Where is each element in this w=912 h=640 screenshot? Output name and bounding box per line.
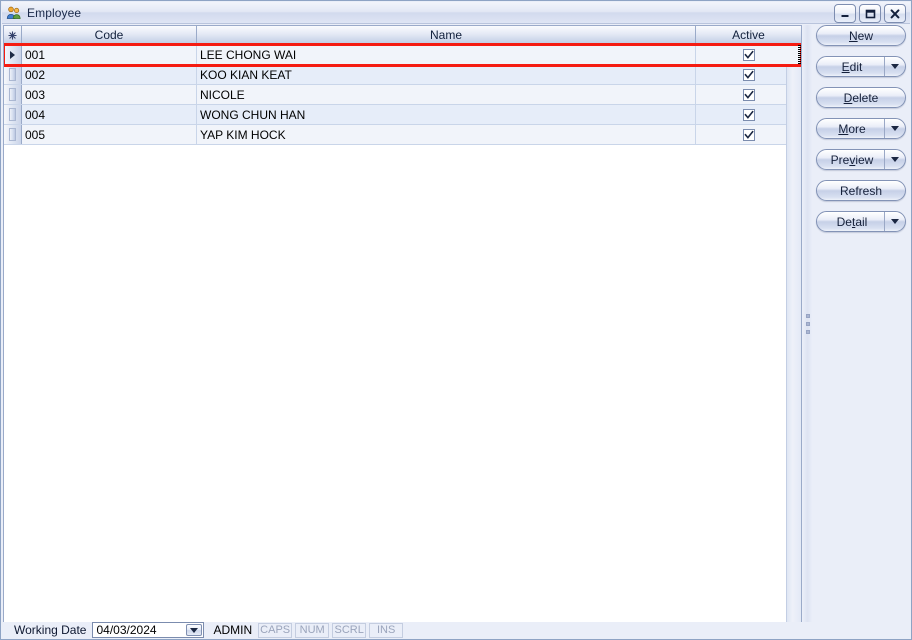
refresh-button[interactable]: Refresh [816, 180, 906, 201]
cell-code[interactable]: 002 [22, 65, 197, 84]
working-date-label: Working Date [14, 623, 86, 637]
preview-button[interactable]: Preview [816, 149, 906, 170]
row-handle-icon [9, 108, 16, 121]
cell-name[interactable]: KOO KIAN KEAT [197, 65, 696, 84]
maximize-button[interactable] [859, 4, 881, 23]
detail-button[interactable]: Detail [816, 211, 906, 232]
row-focus-marker [798, 45, 801, 64]
checkmark-icon [744, 70, 754, 80]
panel-splitter[interactable] [803, 25, 812, 623]
active-checkbox[interactable] [743, 109, 755, 121]
cell-code[interactable]: 001 [22, 45, 197, 64]
window-controls [834, 4, 906, 23]
row-indicator-header [4, 26, 22, 44]
new-button-label: New [849, 29, 873, 43]
checkmark-icon [744, 110, 754, 120]
active-checkbox[interactable] [743, 49, 755, 61]
grid-vertical-scrollbar[interactable] [786, 45, 801, 622]
delete-button[interactable]: Delete [816, 87, 906, 108]
grid-header-row: Code Name Active [4, 26, 801, 45]
cell-code[interactable]: 004 [22, 105, 197, 124]
title-bar: Employee [2, 2, 910, 24]
cell-name[interactable]: NICOLE [197, 85, 696, 104]
edit-button[interactable]: Edit [816, 56, 906, 77]
column-header-code[interactable]: Code [22, 26, 197, 44]
working-date-value: 04/03/2024 [93, 624, 156, 637]
refresh-button-label: Refresh [840, 184, 882, 198]
table-row[interactable]: 005YAP KIM HOCK [4, 125, 801, 145]
column-header-active[interactable]: Active [696, 26, 801, 44]
table-row[interactable]: 004WONG CHUN HAN [4, 105, 801, 125]
employee-grid[interactable]: Code Name Active 001LEE CHONG WAI002KOO … [3, 25, 802, 623]
grid-body[interactable]: 001LEE CHONG WAI002KOO KIAN KEAT003NICOL… [4, 45, 801, 622]
new-button[interactable]: New [816, 25, 906, 46]
status-indicator-num: NUM [295, 623, 329, 638]
maximize-icon [864, 9, 876, 19]
edit-button-label: Edit [817, 60, 887, 74]
checkmark-icon [744, 130, 754, 140]
chevron-down-icon [891, 219, 899, 224]
cell-active[interactable] [696, 45, 801, 64]
active-checkbox[interactable] [743, 69, 755, 81]
cell-name[interactable]: WONG CHUN HAN [197, 105, 696, 124]
row-current-indicator[interactable] [4, 45, 22, 64]
status-indicator-ins: INS [369, 623, 403, 638]
status-indicator-scrl: SCRL [332, 623, 366, 638]
more-dropdown-button[interactable] [884, 119, 905, 138]
row-indicator[interactable] [4, 105, 22, 124]
edit-dropdown-button[interactable] [884, 57, 905, 76]
cell-code[interactable]: 005 [22, 125, 197, 144]
row-indicator[interactable] [4, 65, 22, 84]
table-row[interactable]: 001LEE CHONG WAI [4, 45, 801, 65]
cell-name[interactable]: YAP KIM HOCK [197, 125, 696, 144]
preview-dropdown-button[interactable] [884, 150, 905, 169]
preview-button-label: Preview [817, 153, 887, 167]
active-checkbox[interactable] [743, 89, 755, 101]
close-icon [889, 9, 901, 19]
detail-dropdown-button[interactable] [884, 212, 905, 231]
checkmark-icon [744, 90, 754, 100]
row-handle-icon [9, 68, 16, 81]
table-row[interactable]: 002KOO KIAN KEAT [4, 65, 801, 85]
row-indicator[interactable] [4, 85, 22, 104]
row-indicator[interactable] [4, 125, 22, 144]
asterisk-icon [8, 31, 17, 40]
table-row[interactable]: 003NICOLE [4, 85, 801, 105]
delete-button-label: Delete [844, 91, 879, 105]
close-button[interactable] [884, 4, 906, 23]
minimize-icon [839, 9, 851, 19]
cell-code[interactable]: 003 [22, 85, 197, 104]
detail-button-label: Detail [817, 215, 887, 229]
row-handle-icon [9, 88, 16, 101]
working-date-dropdown-button[interactable] [186, 624, 202, 636]
arrow-right-icon [10, 51, 15, 59]
employee-window: Employee [0, 0, 912, 640]
cell-name[interactable]: LEE CHONG WAI [197, 45, 696, 64]
column-header-name[interactable]: Name [197, 26, 696, 44]
chevron-down-icon [891, 64, 899, 69]
splitter-grip-icon [806, 314, 810, 334]
chevron-down-icon [891, 157, 899, 162]
more-button[interactable]: More [816, 118, 906, 139]
employee-people-icon [6, 5, 22, 21]
more-button-label: More [817, 122, 887, 136]
status-bar: Working Date 04/03/2024 ADMIN CAPS NUM S… [2, 622, 910, 638]
status-user: ADMIN [213, 623, 252, 637]
checkmark-icon [744, 50, 754, 60]
minimize-button[interactable] [834, 4, 856, 23]
action-button-panel: New Edit Delete More Preview Refresh Detail [813, 25, 909, 623]
row-handle-icon [9, 128, 16, 141]
window-title: Employee [27, 6, 81, 20]
chevron-down-icon [891, 126, 899, 131]
working-date-field[interactable]: 04/03/2024 [92, 622, 204, 638]
chevron-down-icon [190, 628, 198, 633]
status-indicator-caps: CAPS [258, 623, 292, 638]
active-checkbox[interactable] [743, 129, 755, 141]
